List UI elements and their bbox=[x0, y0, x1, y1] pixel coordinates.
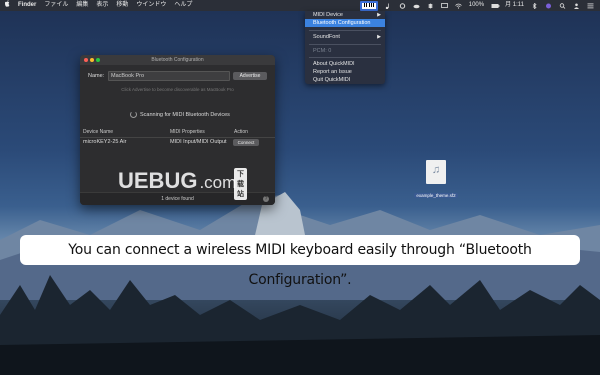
menu-item-label: Bluetooth Configuration bbox=[313, 20, 371, 26]
user-icon[interactable] bbox=[573, 3, 580, 9]
menu-view[interactable]: 表示 bbox=[96, 0, 108, 12]
desktop-file[interactable]: ♫ example_theme.sf2 bbox=[410, 160, 462, 202]
window-title: Bluetooth Configuration bbox=[151, 57, 204, 63]
battery-icon[interactable] bbox=[491, 3, 500, 9]
search-icon[interactable] bbox=[559, 2, 566, 9]
menu-separator bbox=[309, 44, 381, 45]
music-file-icon: ♫ bbox=[426, 160, 446, 184]
cloud-icon[interactable] bbox=[413, 3, 420, 9]
watermark-suffix: .com bbox=[199, 173, 237, 192]
window-titlebar[interactable]: Bluetooth Configuration bbox=[80, 55, 275, 65]
siri-icon[interactable] bbox=[545, 3, 552, 9]
battery-percent[interactable]: 100% bbox=[469, 0, 484, 11]
display-icon[interactable] bbox=[440, 2, 448, 9]
menu-item-label: About QuickMIDI bbox=[313, 61, 355, 67]
spinner-icon bbox=[130, 111, 137, 118]
menu-bar: Finder ファイル 編集 表示 移動 ウインドウ ヘルプ 100% 月 1:… bbox=[0, 0, 600, 11]
wifi-icon[interactable] bbox=[454, 3, 462, 9]
help-button[interactable]: ? bbox=[263, 196, 269, 202]
menu-item-bluetooth-configuration[interactable]: Bluetooth Configuration bbox=[305, 19, 385, 27]
submenu-arrow-icon: ▶ bbox=[377, 12, 381, 18]
music-icon[interactable] bbox=[385, 3, 392, 9]
table-row[interactable]: microKEY2-25 Air MIDI Input/MIDI Output … bbox=[80, 138, 275, 147]
file-name: example_theme.sf2 bbox=[414, 193, 458, 198]
device-table-header: Device Name MIDI Properties Action bbox=[80, 128, 275, 138]
advertise-button[interactable]: Advertise bbox=[233, 72, 267, 80]
menu-separator bbox=[309, 30, 381, 31]
menu-item-pcm: PCM: 0 bbox=[305, 47, 385, 55]
clock[interactable]: 月 1:11 bbox=[505, 0, 524, 11]
menu-item-report-issue[interactable]: Report an Issue bbox=[305, 68, 385, 76]
connect-button[interactable]: Connect bbox=[233, 139, 259, 146]
name-input[interactable]: MacBook Pro bbox=[108, 71, 230, 81]
midi-properties-cell: MIDI Input/MIDI Output bbox=[170, 139, 227, 145]
name-label: Name: bbox=[88, 73, 105, 79]
menu-go[interactable]: 移動 bbox=[116, 0, 128, 12]
menu-item-label: SoundFont bbox=[313, 34, 340, 40]
scanning-label: Scanning for MIDI Bluetooth Devices bbox=[140, 111, 230, 118]
quickmidi-dropdown-menu: MIDI Device ▶ Bluetooth Configuration So… bbox=[305, 11, 385, 84]
menu-item-label: Quit QuickMIDI bbox=[313, 77, 351, 83]
bluetooth-icon[interactable] bbox=[531, 2, 538, 9]
dropbox-icon[interactable] bbox=[427, 3, 434, 9]
column-action[interactable]: Action bbox=[234, 129, 248, 135]
watermark: UEBUG .com 下载站 bbox=[118, 168, 247, 200]
menu-item-quit[interactable]: Quit QuickMIDI bbox=[305, 76, 385, 84]
column-device-name[interactable]: Device Name bbox=[83, 129, 113, 135]
menu-separator bbox=[309, 57, 381, 58]
menu-item-label: MIDI Device bbox=[313, 12, 343, 18]
device-name-cell: microKEY2-25 Air bbox=[83, 139, 127, 145]
menu-edit[interactable]: 編集 bbox=[76, 0, 88, 12]
submenu-arrow-icon: ▶ bbox=[377, 34, 381, 40]
gear-icon[interactable] bbox=[399, 2, 406, 9]
menu-help[interactable]: ヘルプ bbox=[174, 0, 192, 12]
menu-item-label: PCM: 0 bbox=[313, 48, 332, 54]
menu-file[interactable]: ファイル bbox=[44, 0, 68, 12]
watermark-badge: 下载站 bbox=[234, 168, 247, 200]
notification-center-icon[interactable] bbox=[587, 3, 594, 9]
scanning-status: Scanning for MIDI Bluetooth Devices bbox=[130, 111, 230, 118]
caption-banner: You can connect a wireless MIDI keyboard… bbox=[20, 235, 580, 288]
menu-item-about[interactable]: About QuickMIDI bbox=[305, 60, 385, 68]
advertise-hint: Click Advertise to become discoverable a… bbox=[121, 87, 234, 92]
menu-item-soundfont[interactable]: SoundFont ▶ bbox=[305, 33, 385, 41]
menu-item-midi-device[interactable]: MIDI Device ▶ bbox=[305, 11, 385, 19]
app-menu-finder[interactable]: Finder bbox=[18, 0, 36, 12]
quickmidi-piano-icon[interactable] bbox=[359, 0, 378, 11]
watermark-text: UEBUG bbox=[118, 168, 198, 193]
menu-window[interactable]: ウインドウ bbox=[136, 0, 166, 12]
menu-item-label: Report an Issue bbox=[313, 69, 352, 75]
column-midi-properties[interactable]: MIDI Properties bbox=[170, 129, 205, 135]
apple-menu-icon[interactable] bbox=[4, 0, 10, 12]
